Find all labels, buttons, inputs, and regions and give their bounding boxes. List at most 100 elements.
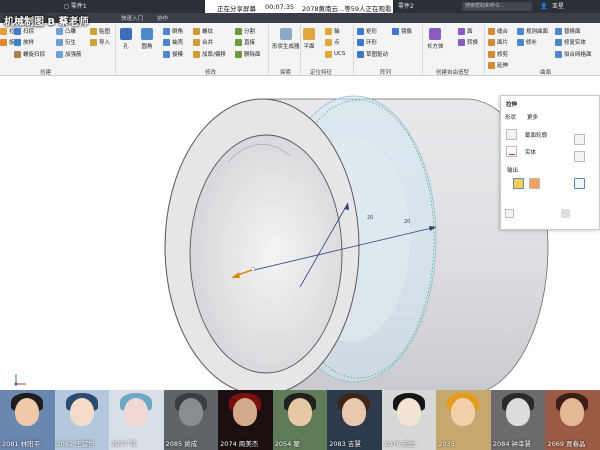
output-surface-button[interactable] — [529, 178, 540, 189]
participant-tile[interactable]: 2082 王留哲 — [54, 390, 110, 450]
mirror-button[interactable]: 镜像 — [392, 26, 412, 36]
pattern-group-label: 阵列 — [380, 70, 392, 76]
participant-tile[interactable]: 2076 安立 — [381, 390, 437, 450]
tab-more[interactable]: 更多 — [527, 113, 538, 121]
repair-body-icon — [555, 38, 562, 46]
participant-avatar — [451, 398, 476, 426]
participant-name: 2077 琴 — [111, 440, 137, 448]
hole-button[interactable]: 孔 — [120, 28, 132, 50]
solid-label: 实体 — [525, 150, 537, 156]
direct-edit-button[interactable]: 直接 — [235, 37, 255, 47]
stitch-button[interactable]: 缝合 — [488, 26, 508, 36]
panel-ok-icon[interactable] — [561, 209, 570, 218]
replace-face-button[interactable]: 替换面 — [555, 26, 581, 36]
repair-icon — [517, 38, 524, 46]
shape-generator-icon — [279, 28, 292, 40]
extend-icon — [488, 61, 495, 69]
chamfer-button[interactable]: 倒角 — [163, 26, 183, 36]
distance-button[interactable] — [574, 134, 585, 145]
fit-mesh-face-button[interactable]: 拟合网格面 — [555, 49, 592, 59]
tab-quick-start[interactable]: 快速入门 — [121, 14, 143, 22]
participant-tile[interactable]: 2084 钟幸慧 — [490, 390, 546, 450]
repair-button[interactable]: 修补 — [517, 37, 537, 47]
sweep-label: 扫掠 — [23, 29, 35, 35]
draft-button[interactable]: 拔模 — [163, 49, 183, 59]
rectangular-pattern-button[interactable]: 矩形 — [357, 26, 377, 36]
freeform-face-label: 面 — [467, 29, 473, 35]
match-shape-button[interactable] — [574, 178, 585, 189]
participant-name: 2076 安立 — [383, 440, 416, 448]
axis-triad-icon[interactable] — [14, 374, 27, 386]
shell-button[interactable]: 抽壳 — [163, 37, 183, 47]
participant-tile[interactable]: 2069 贾春晶 — [545, 390, 600, 450]
sketch-driven-pattern-button[interactable]: 草图驱动 — [357, 49, 388, 59]
profile-select-button[interactable] — [506, 129, 517, 140]
thicken-icon — [193, 50, 200, 58]
convert-button[interactable]: 转换 — [458, 37, 478, 47]
participant-name: 2069 贾春晶 — [547, 440, 586, 448]
output-label: 输出 — [507, 168, 519, 174]
ribbon-separator — [115, 25, 116, 75]
axis-button[interactable]: 轴 — [325, 26, 340, 36]
participant-tile[interactable]: 2074 周美杰 — [218, 390, 273, 450]
revolve-icon — [0, 38, 7, 46]
combine-button[interactable]: 合并 — [193, 37, 213, 47]
dimension-label[interactable]: 20 — [404, 219, 410, 225]
solid-select-button[interactable] — [506, 146, 517, 157]
panel-help-icon[interactable] — [505, 209, 514, 218]
ruled-surface-button[interactable]: 规则曲面 — [517, 26, 548, 36]
participant-avatar — [178, 398, 203, 426]
help-search-input[interactable]: 搜索帮助和命令... — [462, 2, 532, 11]
rib-button[interactable]: 加强筋 — [56, 49, 82, 59]
extend-button[interactable]: 延伸 — [488, 60, 508, 70]
freeform-box-button[interactable]: 长方体 — [427, 28, 444, 50]
draft-icon — [163, 50, 170, 58]
tab-shape[interactable]: 形状 — [505, 113, 516, 121]
trim-icon — [488, 50, 495, 58]
participant-tile[interactable]: 2035 — [436, 390, 491, 450]
delete-face-button[interactable]: 删除面 — [235, 49, 261, 59]
repair-body-button[interactable]: 修复实体 — [555, 37, 586, 47]
tab-collaborate[interactable]: 协作 — [157, 14, 168, 22]
trim-button[interactable]: 修剪 — [488, 49, 508, 59]
participant-tile[interactable]: 2077 琴 — [109, 390, 164, 450]
convert-icon — [458, 38, 465, 46]
direction-button[interactable] — [574, 151, 585, 162]
participant-tile[interactable]: 2054 翟 — [272, 390, 328, 450]
participant-name: 2085 姚成 — [165, 440, 198, 448]
extrude-handle[interactable] — [250, 266, 256, 272]
derive-button[interactable]: 衍生 — [56, 37, 76, 47]
participant-tile[interactable]: 2081 林阳平 — [0, 390, 55, 450]
coil-button[interactable]: 螺旋扫掠 — [14, 49, 45, 59]
decal-icon — [90, 27, 97, 35]
output-solid-button[interactable] — [513, 178, 524, 189]
participant-strip: 2081 林阳平 2082 王留哲 2077 琴 2085 姚成 2074 周美杰 205… — [0, 390, 600, 450]
plane-button[interactable]: 平面 — [303, 28, 315, 50]
circular-pattern-button[interactable]: 环形 — [357, 37, 377, 47]
ribbon-panel: 拉伸 旋转 扫掠 放样 螺旋扫掠 凸雕 衍生 加强筋 贴图 导入 创建 孔 圆角… — [0, 23, 600, 76]
participant-tile[interactable]: 2085 姚成 — [163, 390, 219, 450]
patch-button[interactable]: 面片 — [488, 37, 508, 47]
thread-icon — [193, 27, 200, 35]
trim-label: 修剪 — [497, 52, 509, 58]
split-button[interactable]: 分割 — [235, 26, 255, 36]
participant-name: 2084 钟幸慧 — [492, 440, 532, 448]
decal-button[interactable]: 贴图 — [90, 26, 110, 36]
rectangular-pattern-icon — [357, 27, 364, 35]
shape-generator-button[interactable]: 形状生成器 — [272, 28, 300, 50]
loft-button[interactable]: 放样 — [14, 37, 34, 47]
participant-tile[interactable]: 2083 吉慧 — [327, 390, 382, 450]
ucs-button[interactable]: UCS — [325, 49, 345, 59]
thicken-offset-button[interactable]: 加厚/偏移 — [193, 49, 226, 59]
dimension-label[interactable]: 20 — [367, 215, 373, 221]
doc-tab[interactable]: ◻ 零件1 — [64, 0, 87, 13]
freeform-face-button[interactable]: 面 — [458, 26, 473, 36]
point-button[interactable]: 点 — [325, 37, 340, 47]
circular-pattern-icon — [357, 38, 364, 46]
import-button[interactable]: 导入 — [90, 37, 110, 47]
thread-button[interactable]: 螺纹 — [193, 26, 213, 36]
fillet-button[interactable]: 圆角 — [141, 28, 153, 50]
participant-avatar — [69, 398, 94, 426]
extend-label: 延伸 — [497, 63, 509, 69]
user-avatar-icon[interactable]: 👤 — [540, 0, 547, 13]
